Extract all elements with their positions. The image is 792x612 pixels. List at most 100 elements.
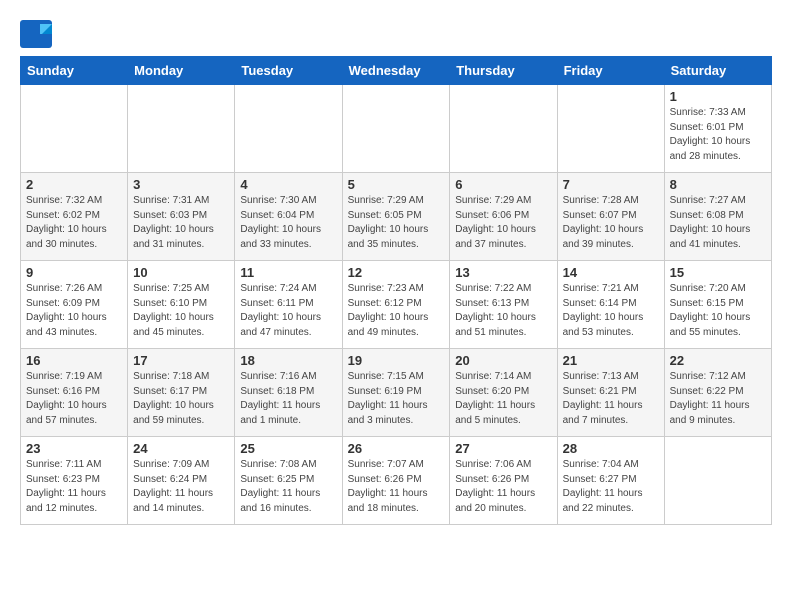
weekday-header-tuesday: Tuesday <box>235 57 342 85</box>
weekday-header-friday: Friday <box>557 57 664 85</box>
calendar-cell: 5Sunrise: 7:29 AM Sunset: 6:05 PM Daylig… <box>342 173 450 261</box>
day-number: 19 <box>348 353 445 368</box>
day-info: Sunrise: 7:30 AM Sunset: 6:04 PM Dayligh… <box>240 194 336 252</box>
week-row-1: 2 Sunrise: 7:32 AM Sunset: 6:02 PM Daylig… <box>21 173 772 261</box>
calendar-cell: 9Sunrise: 7:26 AM Sunset: 6:09 PM Daylig… <box>21 261 128 349</box>
day-number: 20 <box>455 353 551 368</box>
day-number: 17 <box>133 353 229 368</box>
weekday-header-thursday: Thursday <box>450 57 557 85</box>
calendar-table: SundayMondayTuesdayWednesdayThursdayFrid… <box>20 56 772 525</box>
day-info: Sunrise: 7:16 AM Sunset: 6:18 PM Dayligh… <box>240 370 336 428</box>
day-number: 11 <box>240 265 336 280</box>
day-number: 28 <box>563 441 659 456</box>
weekday-header-sunday: Sunday <box>21 57 128 85</box>
calendar-cell: 25 Sunrise: 7:08 AM Sunset: 6:25 PM Dayli… <box>235 437 342 525</box>
calendar-cell: 20 Sunrise: 7:14 AM Sunset: 6:20 PM Dayli… <box>450 349 557 437</box>
day-info: Sunrise: 7:18 AM Sunset: 6:17 PM Dayligh… <box>133 370 229 428</box>
calendar-cell <box>21 85 128 173</box>
weekday-header-wednesday: Wednesday <box>342 57 450 85</box>
calendar-cell <box>664 437 771 525</box>
calendar-cell: 1 Sunrise: 7:33 AM Sunset: 6:01 PM Daylig… <box>664 85 771 173</box>
calendar-cell <box>557 85 664 173</box>
weekday-header-monday: Monday <box>128 57 235 85</box>
calendar-cell: 3 Sunrise: 7:31 AM Sunset: 6:03 PM Daylig… <box>128 173 235 261</box>
calendar-cell: 21 Sunrise: 7:13 AM Sunset: 6:21 PM Dayli… <box>557 349 664 437</box>
day-info: Sunrise: 7:13 AM Sunset: 6:21 PM Dayligh… <box>563 370 659 428</box>
calendar-cell: 7 Sunrise: 7:28 AM Sunset: 6:07 PM Daylig… <box>557 173 664 261</box>
day-number: 10 <box>133 265 229 280</box>
day-number: 7 <box>563 177 659 192</box>
day-info: Sunrise: 7:25 AM Sunset: 6:10 PM Dayligh… <box>133 282 229 340</box>
header <box>20 16 772 48</box>
day-info: Sunrise: 7:29 AM Sunset: 6:05 PM Dayligh… <box>348 194 445 252</box>
day-info: Sunrise: 7:21 AM Sunset: 6:14 PM Dayligh… <box>563 282 659 340</box>
calendar-cell: 8 Sunrise: 7:27 AM Sunset: 6:08 PM Daylig… <box>664 173 771 261</box>
day-info: Sunrise: 7:04 AM Sunset: 6:27 PM Dayligh… <box>563 458 659 516</box>
calendar-cell: 27 Sunrise: 7:06 AM Sunset: 6:26 PM Dayli… <box>450 437 557 525</box>
day-number: 21 <box>563 353 659 368</box>
day-number: 26 <box>348 441 445 456</box>
weekday-header-saturday: Saturday <box>664 57 771 85</box>
day-info: Sunrise: 7:32 AM Sunset: 6:02 PM Dayligh… <box>26 194 122 252</box>
day-info: Sunrise: 7:20 AM Sunset: 6:15 PM Dayligh… <box>670 282 766 340</box>
calendar-cell: 4 Sunrise: 7:30 AM Sunset: 6:04 PM Daylig… <box>235 173 342 261</box>
weekday-header-row: SundayMondayTuesdayWednesdayThursdayFrid… <box>21 57 772 85</box>
calendar-cell: 23 Sunrise: 7:11 AM Sunset: 6:23 PM Dayli… <box>21 437 128 525</box>
day-number: 2 <box>26 177 122 192</box>
day-number: 12 <box>348 265 445 280</box>
calendar-cell: 15Sunrise: 7:20 AM Sunset: 6:15 PM Dayli… <box>664 261 771 349</box>
calendar-cell <box>342 85 450 173</box>
calendar-cell: 12 Sunrise: 7:23 AM Sunset: 6:12 PM Dayli… <box>342 261 450 349</box>
day-info: Sunrise: 7:28 AM Sunset: 6:07 PM Dayligh… <box>563 194 659 252</box>
day-info: Sunrise: 7:06 AM Sunset: 6:26 PM Dayligh… <box>455 458 551 516</box>
calendar-cell: 13Sunrise: 7:22 AM Sunset: 6:13 PM Dayli… <box>450 261 557 349</box>
day-info: Sunrise: 7:27 AM Sunset: 6:08 PM Dayligh… <box>670 194 766 252</box>
day-info: Sunrise: 7:14 AM Sunset: 6:20 PM Dayligh… <box>455 370 551 428</box>
day-info: Sunrise: 7:09 AM Sunset: 6:24 PM Dayligh… <box>133 458 229 516</box>
day-number: 27 <box>455 441 551 456</box>
calendar-cell: 6Sunrise: 7:29 AM Sunset: 6:06 PM Daylig… <box>450 173 557 261</box>
calendar-cell: 26 Sunrise: 7:07 AM Sunset: 6:26 PM Dayli… <box>342 437 450 525</box>
day-info: Sunrise: 7:33 AM Sunset: 6:01 PM Dayligh… <box>670 106 766 164</box>
calendar-cell: 10 Sunrise: 7:25 AM Sunset: 6:10 PM Dayli… <box>128 261 235 349</box>
calendar-cell: 16 Sunrise: 7:19 AM Sunset: 6:16 PM Dayli… <box>21 349 128 437</box>
day-number: 22 <box>670 353 766 368</box>
calendar-cell: 14 Sunrise: 7:21 AM Sunset: 6:14 PM Dayli… <box>557 261 664 349</box>
day-number: 24 <box>133 441 229 456</box>
calendar-cell: 19 Sunrise: 7:15 AM Sunset: 6:19 PM Dayli… <box>342 349 450 437</box>
day-number: 16 <box>26 353 122 368</box>
day-info: Sunrise: 7:11 AM Sunset: 6:23 PM Dayligh… <box>26 458 122 516</box>
week-row-4: 23 Sunrise: 7:11 AM Sunset: 6:23 PM Dayli… <box>21 437 772 525</box>
day-info: Sunrise: 7:26 AM Sunset: 6:09 PM Dayligh… <box>26 282 122 340</box>
day-info: Sunrise: 7:31 AM Sunset: 6:03 PM Dayligh… <box>133 194 229 252</box>
day-number: 25 <box>240 441 336 456</box>
week-row-2: 9Sunrise: 7:26 AM Sunset: 6:09 PM Daylig… <box>21 261 772 349</box>
day-info: Sunrise: 7:07 AM Sunset: 6:26 PM Dayligh… <box>348 458 445 516</box>
day-info: Sunrise: 7:12 AM Sunset: 6:22 PM Dayligh… <box>670 370 766 428</box>
day-info: Sunrise: 7:15 AM Sunset: 6:19 PM Dayligh… <box>348 370 445 428</box>
calendar-cell <box>128 85 235 173</box>
day-info: Sunrise: 7:08 AM Sunset: 6:25 PM Dayligh… <box>240 458 336 516</box>
day-number: 14 <box>563 265 659 280</box>
day-info: Sunrise: 7:29 AM Sunset: 6:06 PM Dayligh… <box>455 194 551 252</box>
calendar-cell: 22 Sunrise: 7:12 AM Sunset: 6:22 PM Dayli… <box>664 349 771 437</box>
calendar-cell: 17 Sunrise: 7:18 AM Sunset: 6:17 PM Dayli… <box>128 349 235 437</box>
day-number: 1 <box>670 89 766 104</box>
day-info: Sunrise: 7:22 AM Sunset: 6:13 PM Dayligh… <box>455 282 551 340</box>
day-info: Sunrise: 7:19 AM Sunset: 6:16 PM Dayligh… <box>26 370 122 428</box>
calendar-cell <box>450 85 557 173</box>
day-number: 23 <box>26 441 122 456</box>
calendar-cell: 28 Sunrise: 7:04 AM Sunset: 6:27 PM Dayli… <box>557 437 664 525</box>
calendar-cell: 24 Sunrise: 7:09 AM Sunset: 6:24 PM Dayli… <box>128 437 235 525</box>
logo-icon <box>20 20 52 48</box>
calendar-cell: 18Sunrise: 7:16 AM Sunset: 6:18 PM Dayli… <box>235 349 342 437</box>
day-info: Sunrise: 7:23 AM Sunset: 6:12 PM Dayligh… <box>348 282 445 340</box>
calendar-cell: 2 Sunrise: 7:32 AM Sunset: 6:02 PM Daylig… <box>21 173 128 261</box>
logo <box>20 20 54 48</box>
day-number: 3 <box>133 177 229 192</box>
calendar-cell: 11Sunrise: 7:24 AM Sunset: 6:11 PM Dayli… <box>235 261 342 349</box>
calendar-cell <box>235 85 342 173</box>
week-row-0: 1 Sunrise: 7:33 AM Sunset: 6:01 PM Daylig… <box>21 85 772 173</box>
day-number: 8 <box>670 177 766 192</box>
day-number: 4 <box>240 177 336 192</box>
